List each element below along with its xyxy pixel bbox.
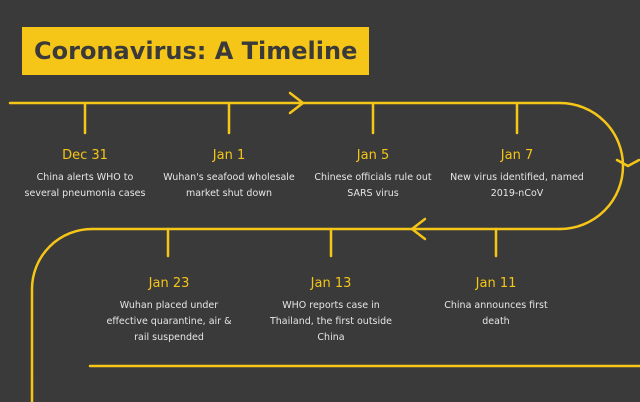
- event-date: Jan 1: [212, 148, 246, 163]
- event-date: Dec 31: [62, 148, 108, 163]
- timeline-event: Jan 1 Wuhan's seafood wholesale market s…: [162, 148, 296, 202]
- event-description: Chinese officials rule out SARS virus: [314, 172, 432, 199]
- timeline-event: Jan 23 Wuhan placed under effective quar…: [104, 276, 234, 346]
- event-date: Jan 5: [356, 148, 390, 163]
- event-description: New virus identified, named 2019-nCoV: [450, 172, 584, 199]
- timeline-event: Jan 13 WHO reports case in Thailand, the…: [266, 276, 396, 346]
- timeline-curve-left: [30, 227, 94, 402]
- event-description: Wuhan's seafood wholesale market shut do…: [163, 172, 295, 199]
- timeline-event: Jan 7 New virus identified, named 2019-n…: [450, 148, 584, 202]
- arrow-down-icon: [615, 158, 640, 168]
- event-date: Jan 11: [475, 276, 517, 291]
- event-date: Jan 7: [500, 148, 534, 163]
- timeline-event: Jan 5 Chinese officials rule out SARS vi…: [310, 148, 436, 202]
- event-description: China announces first death: [444, 300, 548, 327]
- event-description: Wuhan placed under effective quarantine,…: [106, 300, 232, 343]
- timeline-event: Dec 31 China alerts WHO to several pneum…: [20, 148, 150, 202]
- event-date: Jan 13: [310, 276, 352, 291]
- timeline-event: Jan 11 China announces first death: [431, 276, 561, 330]
- event-date: Jan 23: [148, 276, 190, 291]
- event-description: China alerts WHO to several pneumonia ca…: [24, 172, 146, 199]
- event-description: WHO reports case in Thailand, the first …: [269, 300, 393, 343]
